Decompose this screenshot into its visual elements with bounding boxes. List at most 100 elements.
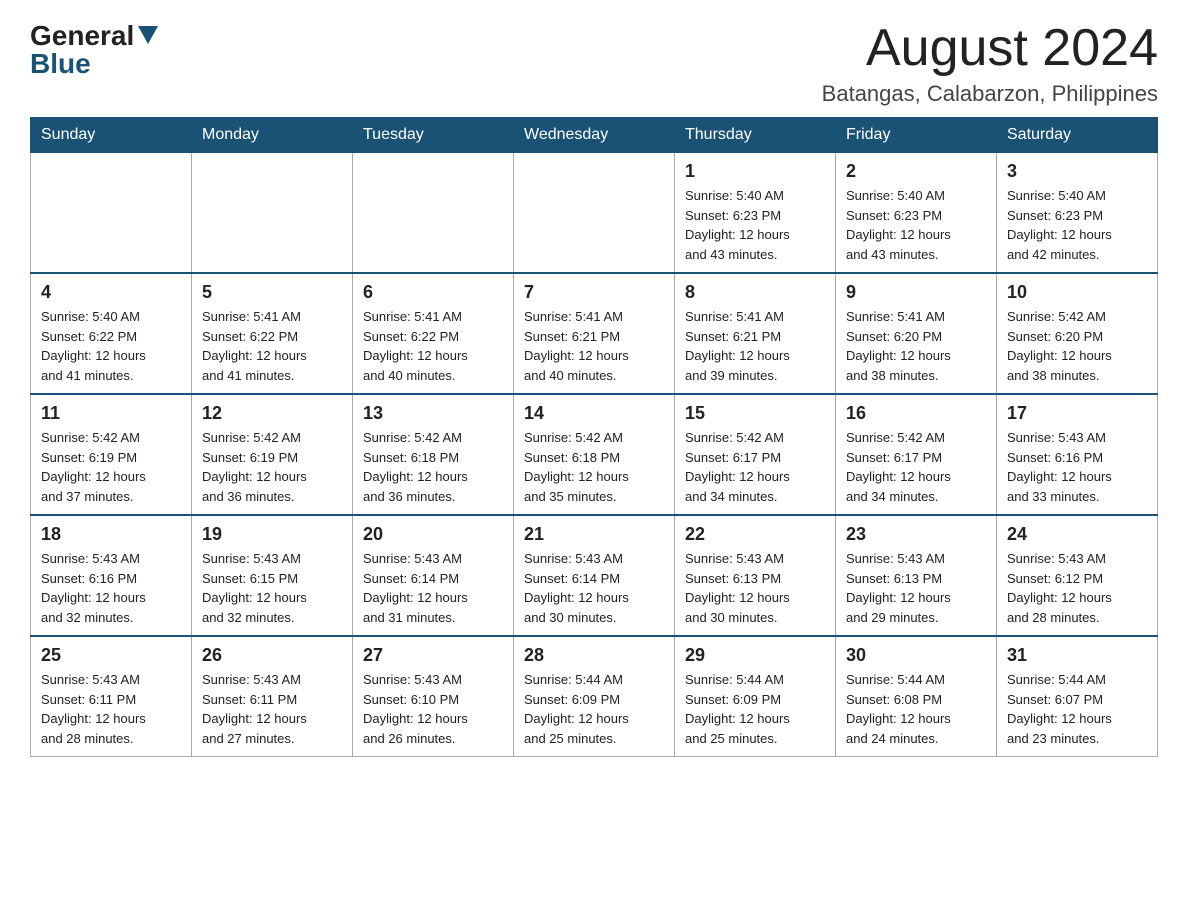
calendar-cell: 28 Sunrise: 5:44 AM Sunset: 6:09 PM Dayli… [514,636,675,757]
calendar-cell: 8 Sunrise: 5:41 AM Sunset: 6:21 PM Daylig… [675,273,836,394]
calendar-week-row: 4 Sunrise: 5:40 AM Sunset: 6:22 PM Daylig… [31,273,1158,394]
calendar-cell: 24 Sunrise: 5:43 AM Sunset: 6:12 PM Dayli… [997,515,1158,636]
calendar-cell: 9 Sunrise: 5:41 AM Sunset: 6:20 PM Daylig… [836,273,997,394]
day-info: Sunrise: 5:43 AM Sunset: 6:11 PM Dayligh… [41,670,181,748]
day-info: Sunrise: 5:41 AM Sunset: 6:21 PM Dayligh… [524,307,664,385]
header: General Blue August 2024 Batangas, Calab… [30,20,1158,107]
day-number: 24 [1007,524,1147,545]
day-number: 12 [202,403,342,424]
logo: General Blue [30,20,158,80]
day-number: 13 [363,403,503,424]
day-info: Sunrise: 5:44 AM Sunset: 6:09 PM Dayligh… [685,670,825,748]
calendar-cell: 29Sunrise: 5:44 AM Sunset: 6:09 PM Dayli… [675,636,836,757]
day-number: 2 [846,161,986,182]
day-info: Sunrise: 5:41 AM Sunset: 6:22 PM Dayligh… [363,307,503,385]
day-number: 6 [363,282,503,303]
day-number: 23 [846,524,986,545]
day-number: 4 [41,282,181,303]
calendar-cell: 27 Sunrise: 5:43 AM Sunset: 6:10 PM Dayli… [353,636,514,757]
day-number: 9 [846,282,986,303]
day-number: 22 [685,524,825,545]
day-number: 19 [202,524,342,545]
day-info: Sunrise: 5:41 AM Sunset: 6:22 PM Dayligh… [202,307,342,385]
day-number: 14 [524,403,664,424]
calendar-cell: 4 Sunrise: 5:40 AM Sunset: 6:22 PM Daylig… [31,273,192,394]
calendar-cell: 2 Sunrise: 5:40 AM Sunset: 6:23 PM Daylig… [836,153,997,274]
day-info: Sunrise: 5:42 AM Sunset: 6:19 PM Dayligh… [41,428,181,506]
calendar-cell: 13Sunrise: 5:42 AM Sunset: 6:18 PM Dayli… [353,394,514,515]
day-info: Sunrise: 5:43 AM Sunset: 6:11 PM Dayligh… [202,670,342,748]
day-info: Sunrise: 5:43 AM Sunset: 6:10 PM Dayligh… [363,670,503,748]
day-info: Sunrise: 5:44 AM Sunset: 6:07 PM Dayligh… [1007,670,1147,748]
day-number: 15 [685,403,825,424]
day-number: 26 [202,645,342,666]
day-number: 20 [363,524,503,545]
day-info: Sunrise: 5:41 AM Sunset: 6:20 PM Dayligh… [846,307,986,385]
calendar-header-thursday: Thursday [675,118,836,153]
calendar-cell: 15 Sunrise: 5:42 AM Sunset: 6:17 PM Dayli… [675,394,836,515]
day-info: Sunrise: 5:42 AM Sunset: 6:19 PM Dayligh… [202,428,342,506]
day-number: 18 [41,524,181,545]
calendar-cell: 25 Sunrise: 5:43 AM Sunset: 6:11 PM Dayli… [31,636,192,757]
calendar-cell: 5 Sunrise: 5:41 AM Sunset: 6:22 PM Daylig… [192,273,353,394]
day-number: 3 [1007,161,1147,182]
day-info: Sunrise: 5:40 AM Sunset: 6:23 PM Dayligh… [846,186,986,264]
day-info: Sunrise: 5:43 AM Sunset: 6:13 PM Dayligh… [846,549,986,627]
day-info: Sunrise: 5:43 AM Sunset: 6:15 PM Dayligh… [202,549,342,627]
day-number: 28 [524,645,664,666]
day-number: 17 [1007,403,1147,424]
day-info: Sunrise: 5:41 AM Sunset: 6:21 PM Dayligh… [685,307,825,385]
day-number: 27 [363,645,503,666]
calendar-cell: 12 Sunrise: 5:42 AM Sunset: 6:19 PM Dayli… [192,394,353,515]
calendar-header-friday: Friday [836,118,997,153]
calendar-cell: 11Sunrise: 5:42 AM Sunset: 6:19 PM Dayli… [31,394,192,515]
calendar-header-monday: Monday [192,118,353,153]
calendar-cell: 6 Sunrise: 5:41 AM Sunset: 6:22 PM Daylig… [353,273,514,394]
day-info: Sunrise: 5:44 AM Sunset: 6:09 PM Dayligh… [524,670,664,748]
calendar-cell: 19 Sunrise: 5:43 AM Sunset: 6:15 PM Dayli… [192,515,353,636]
calendar-header-saturday: Saturday [997,118,1158,153]
calendar-header-tuesday: Tuesday [353,118,514,153]
calendar-cell: 21Sunrise: 5:43 AM Sunset: 6:14 PM Dayli… [514,515,675,636]
calendar-cell: 10Sunrise: 5:42 AM Sunset: 6:20 PM Dayli… [997,273,1158,394]
logo-blue-text: Blue [30,48,91,80]
calendar-cell: 7 Sunrise: 5:41 AM Sunset: 6:21 PM Daylig… [514,273,675,394]
calendar-cell [31,153,192,274]
calendar-header-wednesday: Wednesday [514,118,675,153]
day-info: Sunrise: 5:40 AM Sunset: 6:23 PM Dayligh… [1007,186,1147,264]
day-number: 16 [846,403,986,424]
day-info: Sunrise: 5:44 AM Sunset: 6:08 PM Dayligh… [846,670,986,748]
day-info: Sunrise: 5:42 AM Sunset: 6:17 PM Dayligh… [685,428,825,506]
title-area: August 2024 Batangas, Calabarzon, Philip… [822,20,1158,107]
calendar-cell: 17 Sunrise: 5:43 AM Sunset: 6:16 PM Dayli… [997,394,1158,515]
day-number: 5 [202,282,342,303]
day-info: Sunrise: 5:43 AM Sunset: 6:12 PM Dayligh… [1007,549,1147,627]
calendar-week-row: 18 Sunrise: 5:43 AM Sunset: 6:16 PM Dayli… [31,515,1158,636]
calendar-cell: 20Sunrise: 5:43 AM Sunset: 6:14 PM Dayli… [353,515,514,636]
day-info: Sunrise: 5:40 AM Sunset: 6:22 PM Dayligh… [41,307,181,385]
day-info: Sunrise: 5:42 AM Sunset: 6:17 PM Dayligh… [846,428,986,506]
calendar-cell: 26 Sunrise: 5:43 AM Sunset: 6:11 PM Dayli… [192,636,353,757]
calendar-cell: 30 Sunrise: 5:44 AM Sunset: 6:08 PM Dayli… [836,636,997,757]
day-info: Sunrise: 5:43 AM Sunset: 6:16 PM Dayligh… [41,549,181,627]
day-number: 8 [685,282,825,303]
calendar-cell: 31Sunrise: 5:44 AM Sunset: 6:07 PM Dayli… [997,636,1158,757]
location-title: Batangas, Calabarzon, Philippines [822,81,1158,107]
day-info: Sunrise: 5:42 AM Sunset: 6:18 PM Dayligh… [524,428,664,506]
calendar-cell: 23 Sunrise: 5:43 AM Sunset: 6:13 PM Dayli… [836,515,997,636]
calendar-cell [514,153,675,274]
day-number: 30 [846,645,986,666]
calendar-cell: 1Sunrise: 5:40 AM Sunset: 6:23 PM Daylig… [675,153,836,274]
calendar-cell [353,153,514,274]
calendar-cell: 22Sunrise: 5:43 AM Sunset: 6:13 PM Dayli… [675,515,836,636]
day-info: Sunrise: 5:42 AM Sunset: 6:20 PM Dayligh… [1007,307,1147,385]
day-number: 25 [41,645,181,666]
calendar-cell: 3 Sunrise: 5:40 AM Sunset: 6:23 PM Daylig… [997,153,1158,274]
calendar-cell: 18 Sunrise: 5:43 AM Sunset: 6:16 PM Dayli… [31,515,192,636]
calendar-table: SundayMondayTuesdayWednesdayThursdayFrid… [30,117,1158,757]
calendar-week-row: 25 Sunrise: 5:43 AM Sunset: 6:11 PM Dayli… [31,636,1158,757]
day-number: 7 [524,282,664,303]
calendar-week-row: 1Sunrise: 5:40 AM Sunset: 6:23 PM Daylig… [31,153,1158,274]
day-info: Sunrise: 5:43 AM Sunset: 6:16 PM Dayligh… [1007,428,1147,506]
month-title: August 2024 [822,20,1158,77]
